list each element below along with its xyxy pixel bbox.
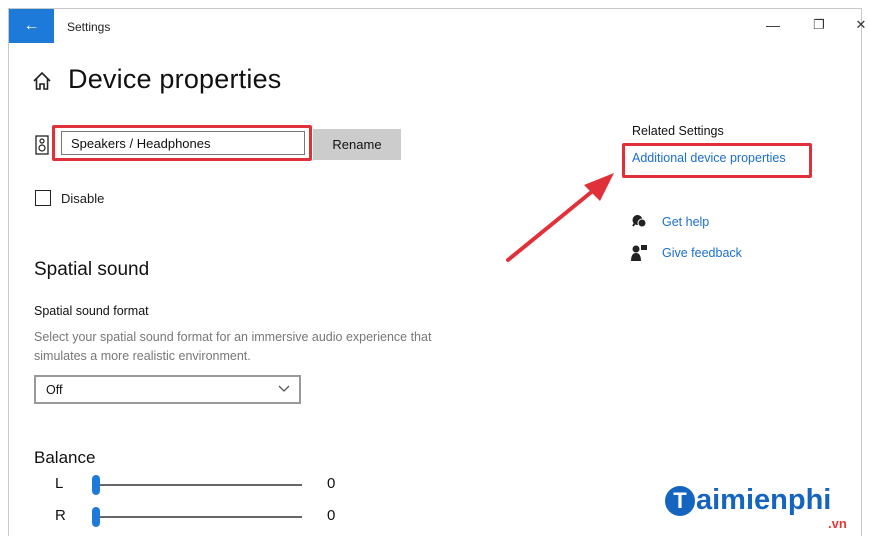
watermark-logo: Taimienphi [665,484,831,517]
balance-heading: Balance [34,448,96,467]
app-title: Settings [67,20,111,34]
maximize-button[interactable]: ❐ [807,17,831,33]
chevron-down-icon [278,385,290,392]
logo-text: aimienphi [696,484,832,516]
left-channel-value: 0 [327,475,336,492]
disable-label: Disable [61,191,105,206]
spatial-description: Select your spatial sound format for an … [34,330,432,363]
home-icon[interactable] [31,70,53,92]
right-channel-label: R [55,507,66,524]
feedback-icon [631,245,647,261]
page-title: Device properties [68,64,282,94]
right-channel-value: 0 [327,507,336,524]
left-slider-thumb[interactable] [92,475,100,495]
dropdown-value: Off [46,383,63,397]
spatial-sound-heading: Spatial sound [34,259,150,280]
right-slider-thumb[interactable] [92,507,100,527]
close-button[interactable]: ✕ [849,17,870,33]
give-feedback-link[interactable]: Give feedback [662,246,742,260]
back-button[interactable]: ← [9,9,54,43]
logo-initial: T [665,486,695,517]
get-help-link[interactable]: Get help [662,215,709,229]
speaker-icon [35,135,49,155]
device-name-input[interactable] [61,131,305,155]
left-channel-label: L [55,475,64,492]
additional-device-properties-link[interactable]: Additional device properties [632,151,786,165]
spatial-format-label: Spatial sound format [34,304,149,318]
related-settings-heading: Related Settings [632,124,724,138]
spatial-format-dropdown[interactable]: Off [34,375,301,404]
disable-checkbox[interactable] [35,190,51,206]
back-arrow-icon: ← [23,17,40,34]
get-help-icon [632,215,647,228]
right-slider-track[interactable] [96,516,302,518]
red-arrow-annotation [506,173,614,262]
rename-button[interactable]: Rename [313,129,401,160]
left-slider-track[interactable] [96,484,302,486]
title-bar: ← Settings — ❐ ✕ [9,9,866,45]
watermark-tld: .vn [828,516,847,531]
minimize-button[interactable]: — [761,17,785,33]
